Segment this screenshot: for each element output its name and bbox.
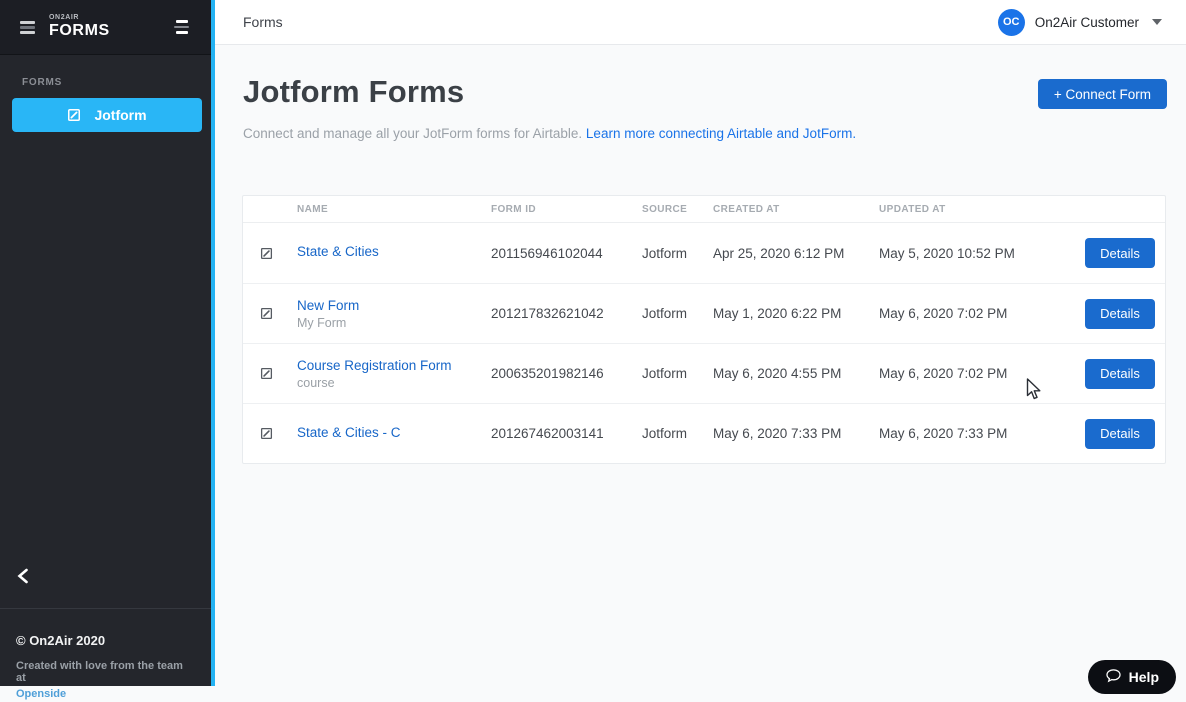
form-created-at: May 6, 2020 4:55 PM xyxy=(713,366,879,381)
form-created-at: May 6, 2020 7:33 PM xyxy=(713,426,879,441)
details-button[interactable]: Details xyxy=(1085,359,1155,389)
sidebar-item-label: Jotform xyxy=(94,107,146,123)
form-source: Jotform xyxy=(642,426,713,441)
subtitle-text: Connect and manage all your JotForm form… xyxy=(243,126,582,141)
on2air-logo-icon xyxy=(20,21,35,34)
form-source: Jotform xyxy=(642,306,713,321)
form-subtitle: My Form xyxy=(297,316,491,330)
learn-more-link[interactable]: Learn more connecting Airtable and JotFo… xyxy=(586,126,856,141)
user-menu[interactable]: OC On2Air Customer xyxy=(998,9,1162,36)
sidebar-header: ON2AIR FORMS xyxy=(0,0,211,55)
form-updated-at: May 6, 2020 7:33 PM xyxy=(879,426,1085,441)
menu-icon[interactable] xyxy=(174,20,189,34)
details-button[interactable]: Details xyxy=(1085,238,1155,268)
connect-form-button[interactable]: + Connect Form xyxy=(1038,79,1167,109)
column-updated-at: UPDATED AT xyxy=(879,204,1085,215)
page-subtitle: Connect and manage all your JotForm form… xyxy=(243,126,856,141)
form-name-link[interactable]: State & Cities xyxy=(297,244,491,259)
credit-text: Created with love from the team at xyxy=(16,660,195,684)
form-created-at: Apr 25, 2020 6:12 PM xyxy=(713,246,879,261)
table-row: State & Cities 201156946102044 Jotform A… xyxy=(243,223,1165,283)
avatar[interactable]: OC xyxy=(998,9,1025,36)
column-form-id: FORM ID xyxy=(491,204,642,215)
column-created-at: CREATED AT xyxy=(713,204,879,215)
form-id: 201156946102044 xyxy=(491,246,642,261)
breadcrumb-title: Forms xyxy=(243,14,283,30)
details-button[interactable]: Details xyxy=(1085,419,1155,449)
chat-bubble-icon xyxy=(1105,667,1122,687)
edit-square-icon xyxy=(260,307,297,320)
column-name: NAME xyxy=(297,204,491,215)
forms-table: NAME FORM ID SOURCE CREATED AT UPDATED A… xyxy=(242,195,1166,464)
form-subtitle: course xyxy=(297,376,491,390)
form-name-link[interactable]: Course Registration Form xyxy=(297,358,491,373)
sidebar-section-label: FORMS xyxy=(22,77,211,88)
chevron-left-icon xyxy=(16,571,30,588)
user-name: On2Air Customer xyxy=(1035,15,1139,30)
edit-square-icon xyxy=(260,247,297,260)
brand-bottom-label: FORMS xyxy=(49,22,110,40)
sidebar: ON2AIR FORMS FORMS Jotform © On2Air 2020… xyxy=(0,0,215,686)
collapse-sidebar-button[interactable] xyxy=(16,568,30,589)
form-id: 201217832621042 xyxy=(491,306,642,321)
edit-square-icon xyxy=(260,367,297,380)
form-created-at: May 1, 2020 6:22 PM xyxy=(713,306,879,321)
details-button[interactable]: Details xyxy=(1085,299,1155,329)
form-name-link[interactable]: State & Cities - C xyxy=(297,425,491,440)
form-updated-at: May 6, 2020 7:02 PM xyxy=(879,306,1085,321)
form-updated-at: May 5, 2020 10:52 PM xyxy=(879,246,1085,261)
column-source: SOURCE xyxy=(642,204,713,215)
sidebar-footer: © On2Air 2020 Created with love from the… xyxy=(0,608,211,702)
edit-square-icon xyxy=(67,108,81,122)
topbar: Forms OC On2Air Customer xyxy=(215,0,1186,45)
table-row: Course Registration Form course 200635201… xyxy=(243,343,1165,403)
form-source: Jotform xyxy=(642,366,713,381)
table-header: NAME FORM ID SOURCE CREATED AT UPDATED A… xyxy=(243,196,1165,223)
form-name-link[interactable]: New Form xyxy=(297,298,491,313)
table-row: New FormMy Form 201217832621042 Jotform … xyxy=(243,283,1165,343)
page-title: Jotform Forms xyxy=(243,74,464,110)
edit-square-icon xyxy=(260,427,297,440)
help-label: Help xyxy=(1129,669,1159,685)
sidebar-item-jotform[interactable]: Jotform xyxy=(12,98,202,132)
main-content: Jotform Forms Connect and manage all you… xyxy=(215,45,1186,686)
copyright-text: © On2Air 2020 xyxy=(16,633,195,648)
brand-top-label: ON2AIR xyxy=(49,14,110,21)
openside-link[interactable]: Openside xyxy=(16,688,66,700)
brand: ON2AIR FORMS xyxy=(49,14,110,40)
help-button[interactable]: Help xyxy=(1088,660,1176,694)
table-row: State & Cities - C 201267462003141 Jotfo… xyxy=(243,403,1165,463)
caret-down-icon[interactable] xyxy=(1152,19,1162,25)
form-updated-at: May 6, 2020 7:02 PM xyxy=(879,366,1085,381)
form-id: 200635201982146 xyxy=(491,366,642,381)
form-id: 201267462003141 xyxy=(491,426,642,441)
form-source: Jotform xyxy=(642,246,713,261)
